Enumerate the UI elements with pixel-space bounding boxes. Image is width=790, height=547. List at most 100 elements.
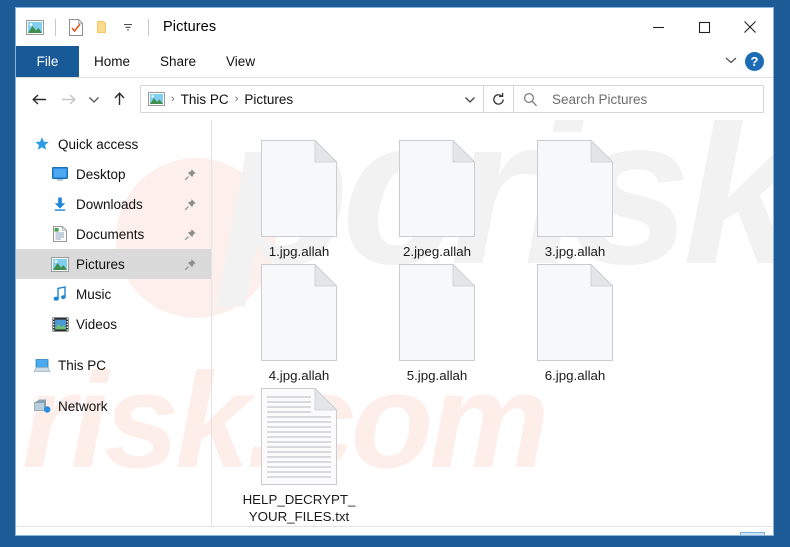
breadcrumb-root-icon[interactable] [148, 92, 165, 106]
file-label: 3.jpg.allah [544, 244, 606, 259]
up-button[interactable] [105, 84, 134, 114]
sidebar-item-quick-access[interactable]: Quick access [16, 129, 211, 159]
title-bar: Pictures [16, 8, 773, 46]
sidebar-label-this-pc: This PC [58, 357, 107, 373]
file-item[interactable]: 1.jpg.allah [230, 136, 368, 260]
desktop-icon [51, 165, 69, 183]
breadcrumb-separator-2: › [234, 93, 239, 105]
file-list-pane[interactable]: 1.jpg.allah 2.jpeg.allah 3.jpg.allah 4.j… [212, 120, 773, 526]
file-label: HELP_DECRYPT_YOUR_FILES.txt [242, 492, 356, 524]
music-icon [51, 285, 69, 303]
blank-file-icon [399, 139, 476, 237]
file-item[interactable]: 2.jpeg.allah [368, 136, 506, 260]
sidebar-item-documents[interactable]: Documents [16, 219, 211, 249]
breadcrumb-dropdown-icon[interactable] [457, 86, 483, 112]
navigation-pane: Quick access Desktop Downloads Documents… [16, 120, 212, 526]
content-area: Quick access Desktop Downloads Documents… [16, 120, 773, 526]
text-file-icon [261, 387, 338, 485]
sidebar-item-network[interactable]: Network [16, 391, 211, 421]
breadcrumb-separator-1: › [171, 93, 175, 105]
minimize-button[interactable] [635, 8, 681, 46]
ribbon-tabs: File Home Share View ? [16, 46, 773, 78]
sidebar-label-quick-access: Quick access [58, 136, 139, 152]
tab-home[interactable]: Home [79, 46, 145, 77]
file-label: 5.jpg.allah [406, 368, 468, 383]
file-item[interactable]: 3.jpg.allah [506, 136, 644, 260]
screen: pcrisk risk.com [0, 0, 790, 547]
downloads-icon [51, 195, 69, 213]
refresh-button[interactable] [484, 85, 514, 113]
sidebar-item-this-pc[interactable]: This PC [16, 350, 211, 380]
sidebar-label-pictures: Pictures [76, 256, 125, 272]
search-input[interactable] [550, 90, 749, 108]
sidebar-item-pictures[interactable]: Pictures [16, 249, 211, 279]
folder-icon[interactable] [91, 16, 113, 38]
documents-icon [51, 225, 69, 243]
pin-icon[interactable] [184, 198, 197, 211]
sidebar-label-documents: Documents [76, 226, 145, 242]
search-icon [523, 92, 538, 107]
ribbon-right-controls: ? [723, 46, 773, 77]
sidebar-label-network: Network [58, 398, 108, 414]
network-icon [33, 397, 51, 415]
file-label: 1.jpg.allah [268, 244, 330, 259]
file-item[interactable]: 5.jpg.allah [368, 260, 506, 384]
file-item[interactable]: HELP_DECRYPT_YOUR_FILES.txt [230, 384, 368, 525]
file-label: 2.jpeg.allah [402, 244, 472, 259]
large-icons-view-button[interactable] [740, 531, 765, 535]
blank-file-icon [261, 263, 338, 361]
file-label: 4.jpg.allah [268, 368, 330, 383]
file-item[interactable]: 6.jpg.allah [506, 260, 644, 384]
pictures-icon [51, 255, 69, 273]
videos-icon [51, 315, 69, 333]
file-grid: 1.jpg.allah 2.jpeg.allah 3.jpg.allah 4.j… [230, 136, 773, 525]
tab-file[interactable]: File [16, 46, 79, 77]
item-count: 7 items [30, 536, 86, 537]
breadcrumb-this-pc[interactable]: This PC [181, 92, 229, 107]
blank-file-icon [537, 139, 614, 237]
window-title: Pictures [163, 19, 217, 35]
forward-button [54, 84, 83, 114]
star-icon [33, 135, 51, 153]
customize-dropdown-icon[interactable] [117, 16, 139, 38]
close-button[interactable] [727, 8, 773, 46]
sidebar-label-downloads: Downloads [76, 196, 143, 212]
pin-icon[interactable] [184, 228, 197, 241]
sidebar-item-downloads[interactable]: Downloads [16, 189, 211, 219]
breadcrumb-pictures[interactable]: Pictures [244, 92, 293, 107]
blank-file-icon [399, 263, 476, 361]
collapse-ribbon-icon[interactable] [723, 53, 739, 71]
sidebar-label-desktop: Desktop [76, 166, 126, 182]
tab-view[interactable]: View [211, 46, 270, 77]
file-label: 6.jpg.allah [544, 368, 606, 383]
toolbar-divider [55, 18, 56, 36]
pin-icon[interactable] [184, 258, 197, 271]
blank-file-icon [261, 139, 338, 237]
pin-icon[interactable] [184, 168, 197, 181]
sidebar-item-videos[interactable]: Videos [16, 309, 211, 339]
sidebar-item-desktop[interactable]: Desktop [16, 159, 211, 189]
maximize-button[interactable] [681, 8, 727, 46]
window-controls [635, 8, 773, 46]
sidebar-label-videos: Videos [76, 316, 118, 332]
tab-share[interactable]: Share [145, 46, 211, 77]
back-button[interactable] [25, 84, 54, 114]
sidebar-item-music[interactable]: Music [16, 279, 211, 309]
explorer-window: pcrisk risk.com [15, 7, 774, 536]
help-button[interactable]: ? [745, 52, 764, 71]
search-box[interactable] [514, 85, 764, 113]
details-view-button[interactable] [709, 532, 734, 536]
properties-checkmark-icon[interactable] [65, 16, 87, 38]
sidebar-label-music: Music [76, 286, 112, 302]
recent-locations-icon[interactable] [83, 84, 105, 114]
breadcrumb-bar[interactable]: › This PC › Pictures [140, 85, 484, 113]
this-pc-icon [33, 356, 51, 374]
picture-icon [24, 16, 46, 38]
file-item[interactable]: 4.jpg.allah [230, 260, 368, 384]
status-bar: 7 items [16, 526, 773, 537]
view-toggles [709, 531, 765, 536]
blank-file-icon [537, 263, 614, 361]
quick-access-toolbar [16, 16, 154, 38]
